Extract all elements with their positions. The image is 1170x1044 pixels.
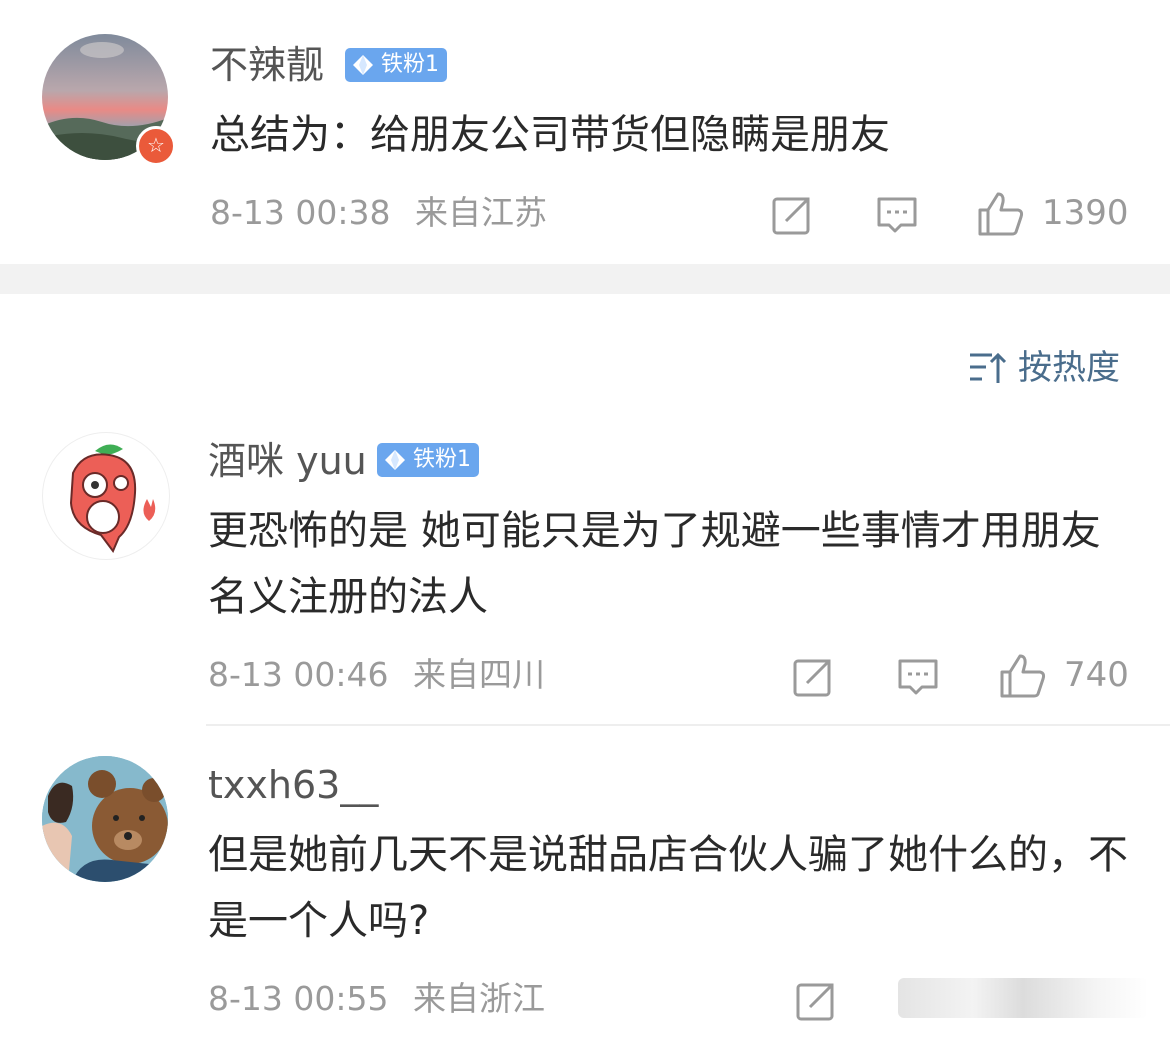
verified-badge: ☆: [136, 126, 176, 166]
comment-text: 更恐怖的是 她可能只是为了规避一些事情才用朋友名义注册的法人: [208, 508, 1101, 620]
like-count: 740: [1064, 655, 1129, 695]
diamond-icon: [385, 450, 405, 470]
sort-button[interactable]: 按热度: [968, 340, 1120, 388]
blurred-watermark: [898, 978, 1148, 1018]
chili-cartoon-avatar-icon: [69, 444, 156, 553]
teddy-bear-avatar-icon: [42, 756, 168, 882]
comment-location: 来自浙江: [413, 979, 545, 1018]
like-count: 1390: [1042, 193, 1129, 233]
fan-badge[interactable]: 铁粉1: [377, 443, 479, 477]
badge-label: 铁粉1: [381, 52, 439, 77]
sort-icon: [970, 352, 1007, 383]
comment-time: 8-13 00:38: [210, 193, 391, 232]
comment-time: 8-13 00:46: [208, 655, 389, 694]
section-divider: [0, 264, 1170, 294]
share-icon[interactable]: [770, 193, 814, 237]
like-icon[interactable]: [976, 190, 1026, 238]
username[interactable]: txxh63__: [208, 766, 378, 804]
share-icon[interactable]: [791, 655, 835, 699]
comment-text: 总结为：给朋友公司带货但隐瞒是朋友: [210, 112, 890, 158]
comment-meta: 8-13 00:38 来自江苏: [210, 196, 547, 229]
share-icon[interactable]: [794, 979, 838, 1023]
comment-location: 来自四川: [413, 655, 545, 694]
avatar[interactable]: [42, 432, 170, 560]
comment-meta: 8-13 00:46 来自四川: [208, 658, 545, 691]
diamond-icon: [353, 55, 373, 75]
star-badge-icon: ☆: [147, 133, 165, 157]
avatar[interactable]: [42, 756, 168, 882]
sort-label: 按热度: [1018, 348, 1120, 388]
comment-icon[interactable]: [896, 655, 940, 699]
comment-separator: [206, 724, 1170, 726]
username[interactable]: 不辣靓: [210, 46, 324, 84]
badge-label: 铁粉1: [413, 447, 471, 472]
username[interactable]: 酒咪 yuu: [208, 442, 367, 480]
fan-badge[interactable]: 铁粉1: [345, 48, 447, 82]
comment-location: 来自江苏: [415, 193, 547, 232]
comment-icon[interactable]: [875, 193, 919, 237]
comment-text: 但是她前几天不是说甜品店合伙人骗了她什么的，不是一个人吗?: [208, 832, 1128, 944]
comment-time: 8-13 00:55: [208, 979, 389, 1018]
like-icon[interactable]: [998, 652, 1048, 700]
comment-meta: 8-13 00:55 来自浙江: [208, 982, 545, 1015]
